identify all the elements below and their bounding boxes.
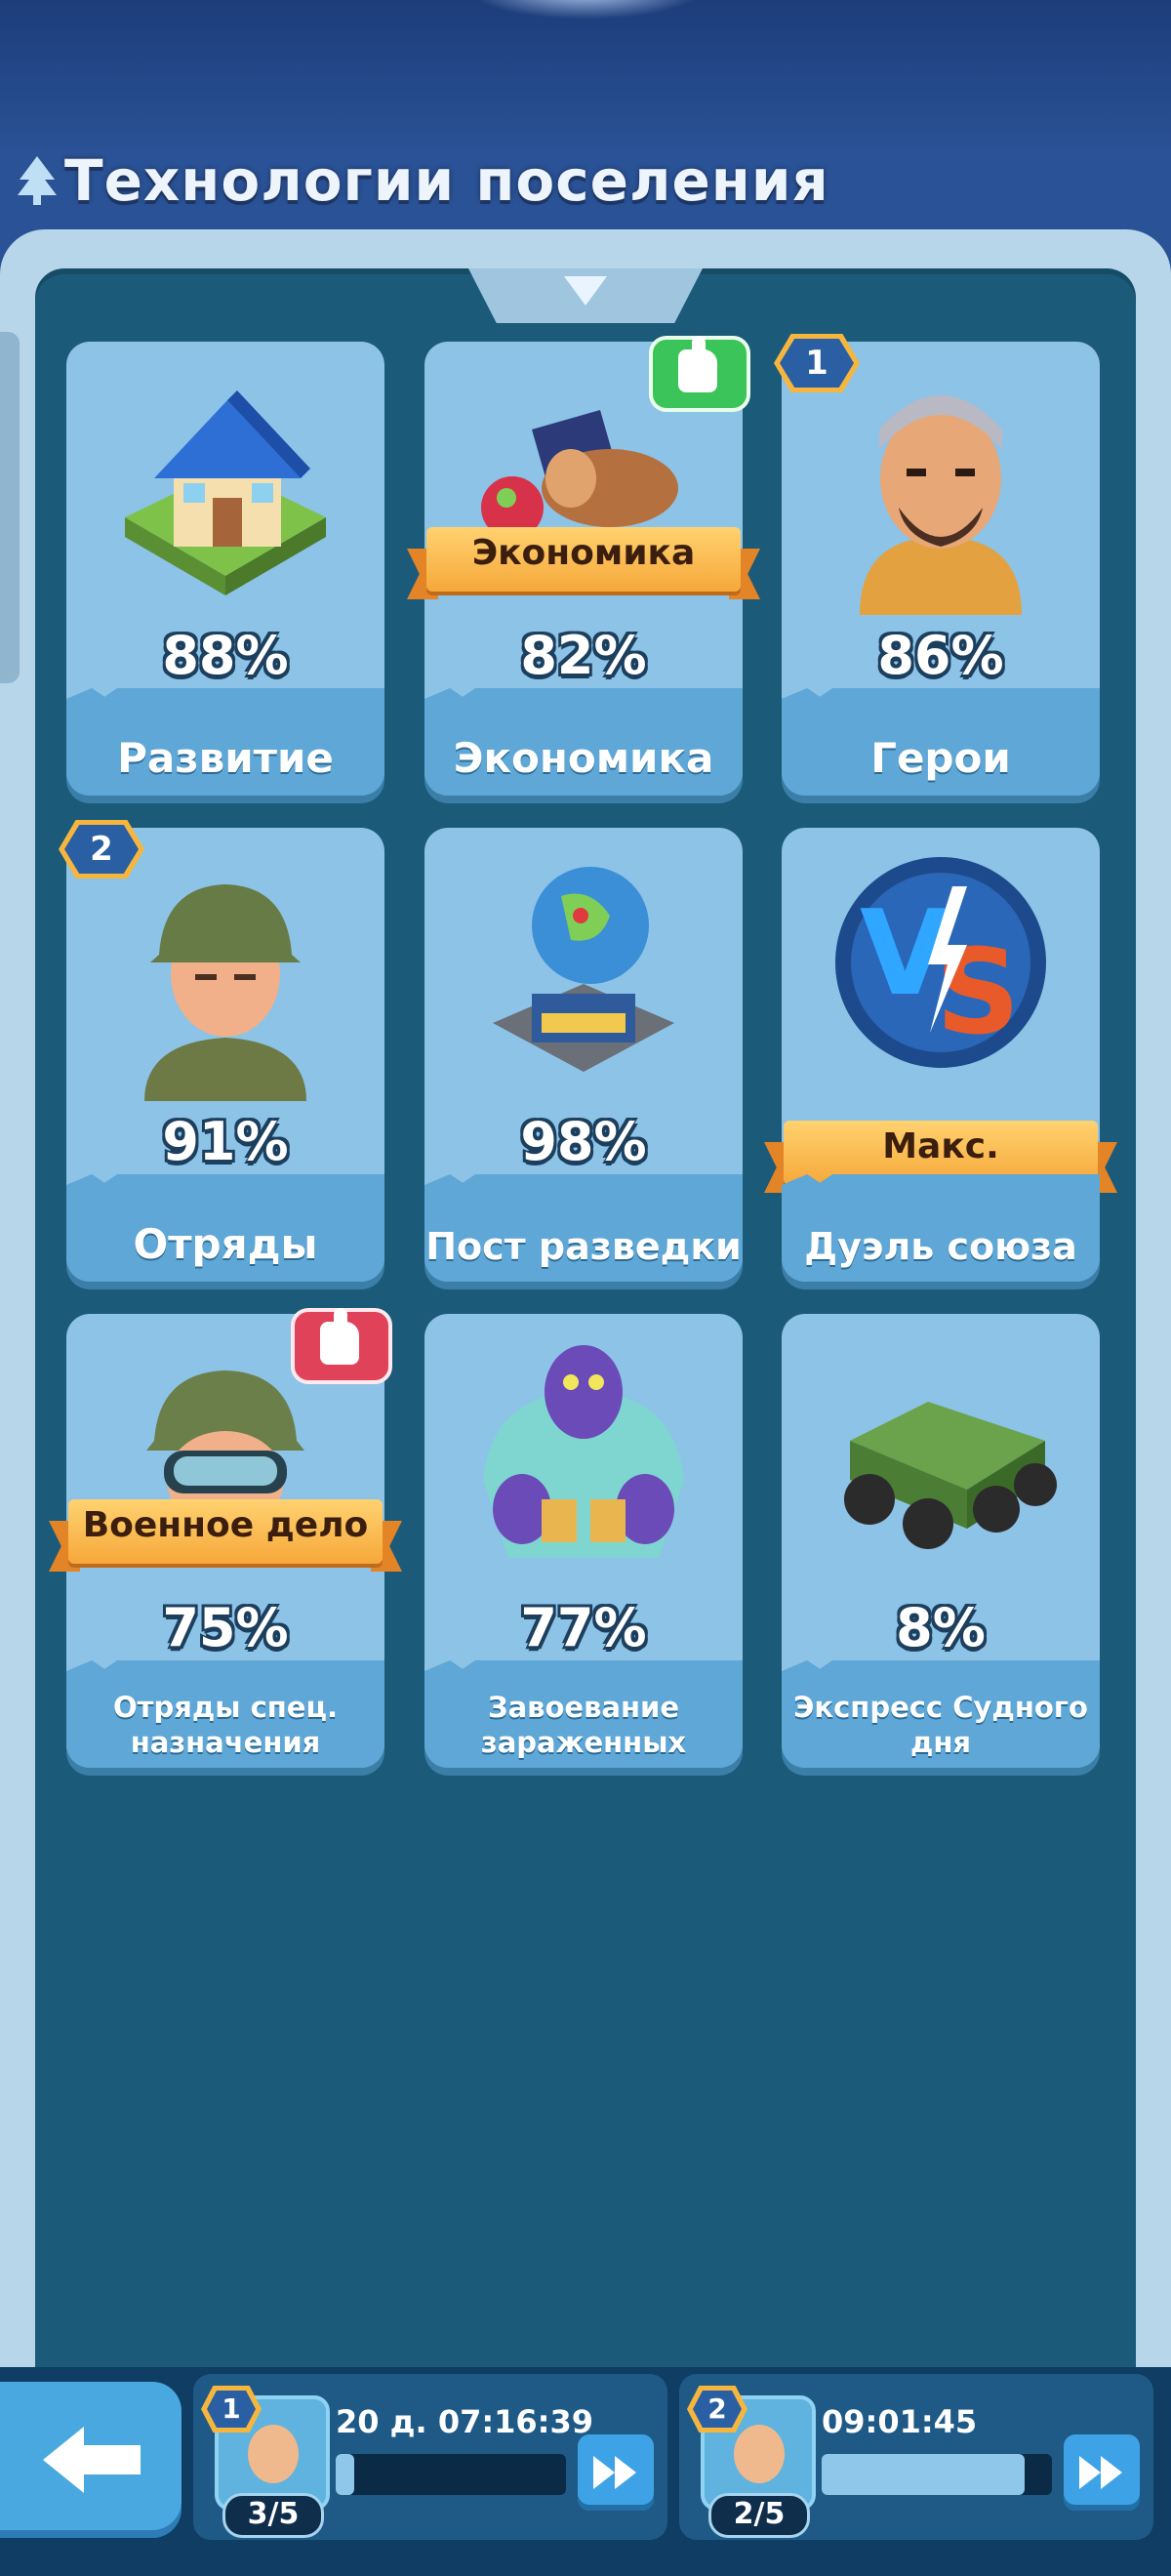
slot-count: 3/5 [222, 2493, 324, 2538]
house-icon [125, 390, 326, 595]
card-title: Завоевание зараженных [480, 1691, 687, 1759]
back-button[interactable] [0, 2382, 182, 2538]
tech-card-recon[interactable]: 98% Пост разведки [424, 828, 743, 1282]
slot-progress [336, 2454, 566, 2495]
slot-timer: 09:01:45 [822, 2403, 978, 2440]
research-slot-1[interactable]: 1 3/5 20 д. 07:16:39 [193, 2374, 667, 2540]
queue-badge: 2 [59, 820, 144, 879]
tech-card-development[interactable]: 88% Развитие [66, 342, 384, 796]
collapse-toggle[interactable] [468, 268, 703, 323]
progress-percent: 8% [896, 1597, 986, 1658]
hero-portrait-icon [860, 395, 1022, 615]
tree-icon [18, 156, 57, 205]
globe-icon [493, 867, 674, 1072]
slot-badge: 1 [201, 2386, 262, 2433]
back-arrow-icon [43, 2427, 141, 2493]
progress-percent: 88% [162, 625, 289, 686]
slot-count: 2/5 [708, 2493, 810, 2538]
progress-percent: 86% [877, 625, 1004, 686]
page-header: Технологии поселения [16, 146, 829, 215]
slot-progress [822, 2454, 1052, 2495]
tech-card-infected[interactable]: 77% Завоевание зараженных [424, 1314, 743, 1768]
speedup-button[interactable] [1064, 2434, 1140, 2511]
category-ribbon: Военное дело [49, 1499, 402, 1577]
tech-card-heroes[interactable]: 86% Герои 1 [774, 334, 1100, 796]
category-ribbon: Экономика [407, 527, 760, 605]
queue-badge: 1 [774, 334, 860, 392]
card-title: Развитие [117, 734, 334, 782]
side-handle[interactable] [0, 332, 20, 683]
slot-timer: 20 д. 07:16:39 [336, 2403, 593, 2440]
research-slot-2[interactable]: 2 2/5 09:01:45 [679, 2374, 1153, 2540]
card-title: Дуэль союза [804, 1225, 1077, 1268]
recommend-thumb-icon [291, 1308, 392, 1384]
progress-percent: 75% [162, 1597, 289, 1658]
speedup-button[interactable] [578, 2434, 654, 2511]
soldier-icon [144, 884, 306, 1101]
tech-card-express[interactable]: 8% Экспресс Судного дня [782, 1314, 1100, 1768]
card-title: Отряды [133, 1220, 318, 1268]
tech-card-economy[interactable]: Экономика 82% Экономика [407, 336, 760, 796]
progress-percent: 82% [520, 625, 647, 686]
progress-percent: 77% [520, 1597, 647, 1658]
tech-card-squads[interactable]: 91% Отряды 2 [59, 820, 384, 1282]
top-light [468, 0, 703, 20]
truck-icon [844, 1402, 1057, 1549]
card-title: Экономика [453, 734, 714, 782]
slot-badge: 2 [687, 2386, 747, 2433]
tech-card-special[interactable]: Военное дело 75% Отряды спец. назначения [49, 1308, 402, 1768]
page-title: Технологии поселения [64, 147, 829, 214]
chevron-down-icon [564, 276, 607, 306]
progress-percent: 98% [520, 1111, 647, 1172]
recommend-thumb-icon [649, 336, 750, 412]
progress-percent: 91% [162, 1111, 289, 1172]
card-title: Герои [870, 734, 1011, 782]
card-title: Экспресс Судного дня [793, 1691, 1088, 1759]
zombie-icon [483, 1345, 684, 1558]
vs-icon: V S [835, 857, 1046, 1068]
tech-card-duel[interactable]: V S Макс. Дуэль союза [764, 828, 1117, 1282]
card-title: Отряды спец. назначения [113, 1691, 338, 1759]
card-title: Пост разведки [425, 1225, 742, 1268]
